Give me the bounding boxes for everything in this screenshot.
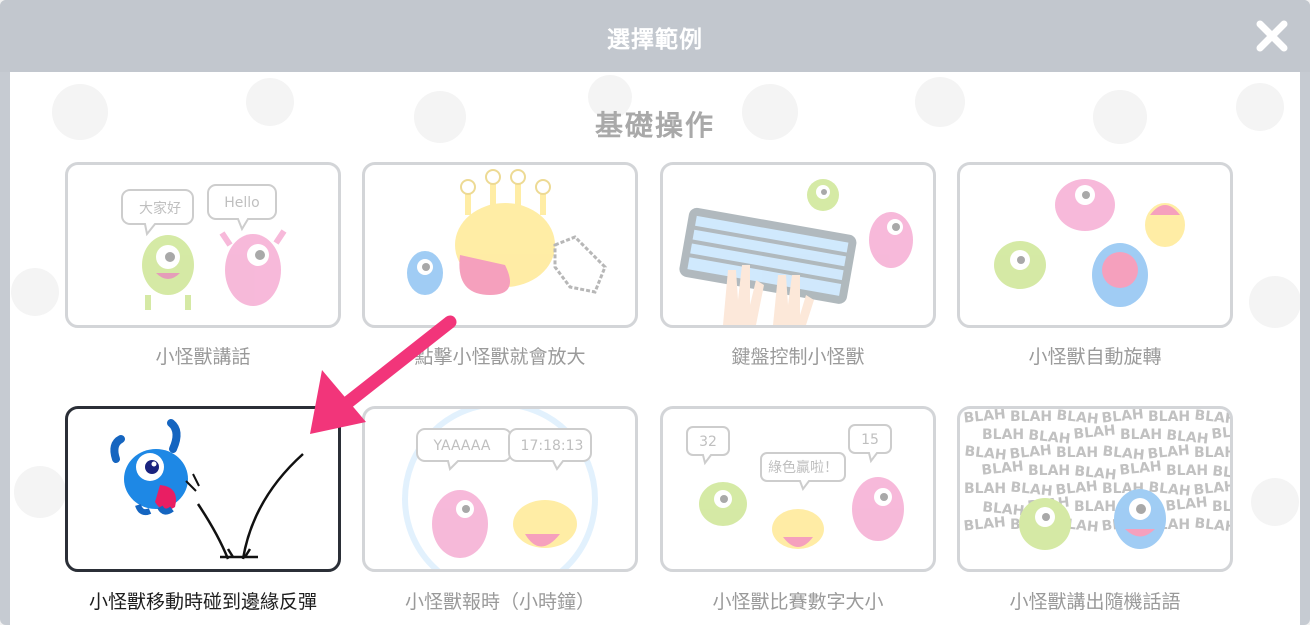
- close-x-icon[interactable]: [1256, 20, 1288, 52]
- compare-numbers-thumbnail: 32 綠色贏啦！ 15: [686, 424, 904, 549]
- blah-text: BLAH: [1010, 409, 1052, 425]
- example-card-compare-numbers[interactable]: 32 綠色贏啦！ 15: [660, 406, 936, 572]
- example-label-click-enlarge[interactable]: 點擊小怪獸就會放大: [362, 342, 638, 369]
- example-label-auto-rotate[interactable]: 小怪獸自動旋轉: [957, 342, 1233, 369]
- blah-text: BLAH: [1056, 445, 1098, 461]
- blah-text: BLAH: [1073, 422, 1117, 442]
- example-label-monster-speak[interactable]: 小怪獸講話: [65, 342, 341, 369]
- blah-text: BLAH: [1194, 445, 1230, 461]
- bubble-text: Hello: [224, 195, 260, 211]
- blah-text: BLAH: [963, 514, 1007, 534]
- example-card-clock[interactable]: YAAAAA 17:18:13: [362, 406, 638, 572]
- blah-text: BLAH: [1074, 499, 1116, 515]
- blah-text: BLAH: [1148, 409, 1190, 425]
- example-label-bounce[interactable]: 小怪獸移動時碰到邊緣反彈: [65, 587, 341, 614]
- blah-text: BLAH: [1194, 515, 1230, 535]
- bubble-text: 17:18:13: [521, 438, 584, 454]
- example-card-bounce[interactable]: [65, 406, 341, 572]
- blah-text: BLAH: [1120, 427, 1162, 443]
- blah-text: BLAH: [1119, 458, 1163, 478]
- monster-speak-thumbnail: 大家好 Hello: [121, 184, 287, 310]
- bubble-text: 綠色贏啦！: [768, 459, 838, 476]
- bounce-thumbnail: [110, 419, 304, 560]
- bubble-text: 15: [861, 432, 879, 448]
- random-talk-thumbnail: BLAH BLAH BLAH BLAH BLAH BLAHBLAH BLAH BLAH BLAH…: [963, 409, 1230, 550]
- section-title: 基礎操作: [594, 109, 715, 142]
- blah-text: BLAH: [1165, 494, 1209, 514]
- example-card-click-enlarge[interactable]: [362, 162, 638, 328]
- keyboard-control-thumbnail: [679, 179, 913, 325]
- example-label-random-talk[interactable]: 小怪獸講出隨機話語: [957, 587, 1233, 614]
- blah-text: BLAH: [1028, 463, 1070, 479]
- blah-text: BLAH: [981, 458, 1025, 478]
- bubble-text: 32: [699, 434, 717, 450]
- dialog-titlebar: 選擇範例: [0, 0, 1310, 72]
- bubble-text: YAAAAA: [433, 438, 491, 454]
- clock-thumbnail: YAAAAA 17:18:13: [402, 409, 598, 569]
- blah-text: BLAH: [1166, 463, 1208, 479]
- example-label-compare-numbers[interactable]: 小怪獸比賽數字大小: [660, 587, 936, 614]
- example-picker-dialog: 選擇範例 基礎操作 大家好 Hello 小怪獸講話 點擊小怪獸就會放大 鍵盤控制…: [0, 0, 1310, 625]
- blah-text: BLAH: [1211, 422, 1230, 442]
- example-card-auto-rotate[interactable]: [957, 162, 1233, 328]
- blah-text: BLAH: [963, 409, 1007, 427]
- example-label-keyboard-control[interactable]: 鍵盤控制小怪獸: [660, 342, 936, 369]
- dialog-title: 選擇範例: [607, 27, 703, 53]
- example-card-monster-speak[interactable]: 大家好 Hello: [65, 162, 341, 328]
- blah-text: BLAH: [964, 481, 1006, 497]
- auto-rotate-thumbnail: [994, 179, 1185, 307]
- click-enlarge-thumbnail: [407, 169, 607, 295]
- blah-text: BLAH: [1212, 499, 1230, 515]
- example-card-random-talk[interactable]: BLAH BLAH BLAH BLAH BLAH BLAH BLAH BLAH BLAH BLAH…: [957, 406, 1233, 572]
- blah-text: BLAH: [982, 427, 1024, 443]
- dialog-content: 基礎操作 大家好 Hello 小怪獸講話 點擊小怪獸就會放大 鍵盤控制小怪獸 小…: [10, 72, 1300, 625]
- example-card-keyboard-control[interactable]: [660, 162, 936, 328]
- bubble-text: 大家好: [139, 200, 181, 217]
- example-label-clock[interactable]: 小怪獸報時（小時鐘）: [362, 587, 638, 614]
